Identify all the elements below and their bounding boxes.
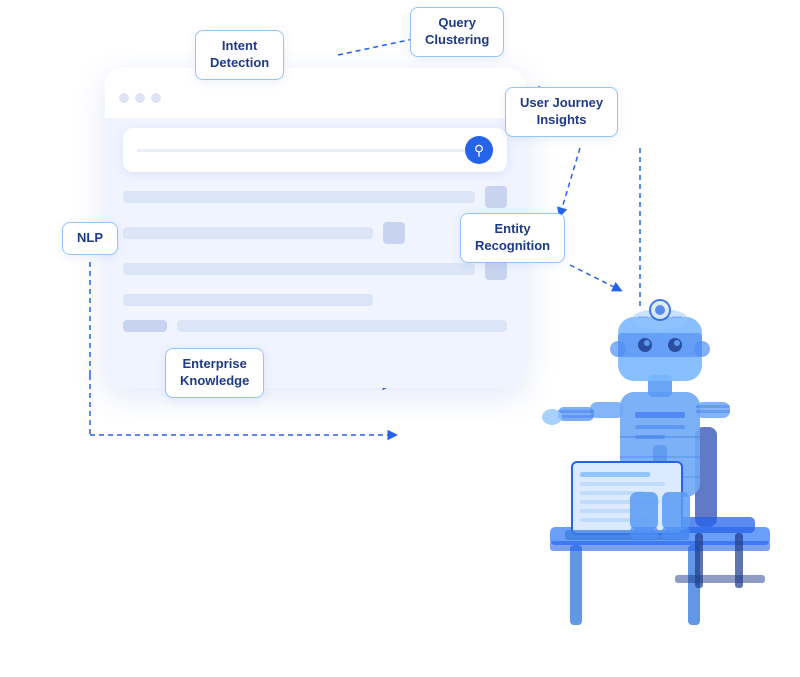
content-block — [177, 320, 507, 332]
browser-dot-1 — [119, 93, 129, 103]
robot-illustration — [490, 197, 800, 677]
browser-dot-2 — [135, 93, 145, 103]
content-block — [123, 191, 475, 203]
browser-content — [123, 186, 507, 374]
label-journey-insights: User Journey Insights — [505, 87, 618, 137]
browser-top-bar — [105, 68, 525, 118]
label-query-clustering: Query Clustering — [410, 7, 504, 57]
main-scene: ⚲ Intent D — [0, 0, 800, 677]
content-block — [123, 263, 475, 275]
content-row-4 — [123, 294, 507, 306]
content-block — [123, 320, 167, 332]
content-block — [123, 227, 373, 239]
label-intent-detection: Intent Detection — [195, 30, 284, 80]
content-row-1 — [123, 186, 507, 208]
search-bar-line — [137, 149, 465, 152]
label-enterprise-knowledge: Enterprise Knowledge — [165, 348, 264, 398]
content-block — [123, 294, 373, 306]
content-icon — [383, 222, 405, 244]
browser-dot-3 — [151, 93, 161, 103]
search-icon[interactable]: ⚲ — [465, 136, 493, 164]
content-row-5 — [123, 320, 507, 332]
content-row-2 — [123, 222, 507, 244]
content-row-3 — [123, 258, 507, 280]
browser-search-bar[interactable]: ⚲ — [123, 128, 507, 172]
label-nlp: NLP — [62, 222, 118, 255]
